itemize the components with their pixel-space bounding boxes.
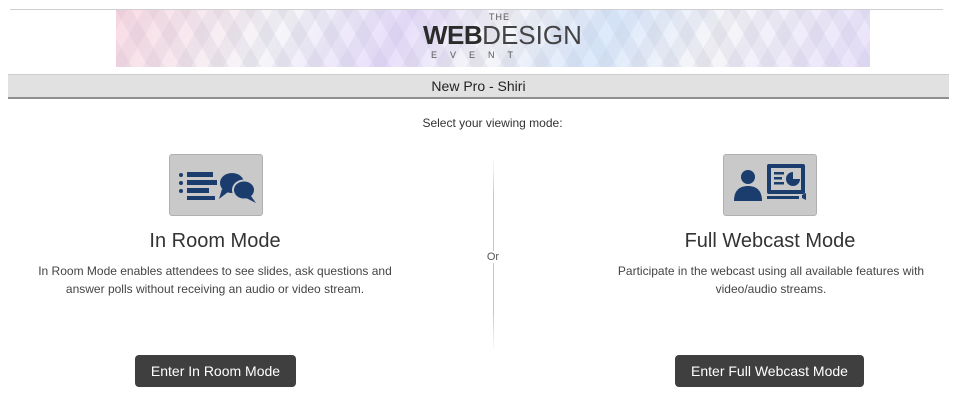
page-title: New Pro - Shiri [8,74,949,99]
enter-in-room-mode-button[interactable]: Enter In Room Mode [135,355,296,387]
full-webcast-mode-description: Participate in the webcast using all ava… [617,264,925,296]
chat-bubbles-list-icon [169,154,263,216]
in-room-mode-title: In Room Mode [149,230,281,252]
event-banner: THE WEBDESIGN EVENT [116,10,870,67]
event-logo: THE WEBDESIGN EVENT [423,12,582,64]
full-webcast-mode-title: Full Webcast Mode [684,230,856,252]
enter-full-webcast-mode-button[interactable]: Enter Full Webcast Mode [675,355,864,387]
in-room-mode-description: In Room Mode enables attendees to see sl… [38,264,392,296]
presenter-webcast-icon [723,154,817,216]
logo-design-text: DESIGN [482,20,582,50]
viewing-mode-prompt: Select your viewing mode: [422,116,563,130]
logo-event-text: EVENT [431,50,527,60]
logo-web-text: WEB [423,20,483,50]
logo-wordmark: WEBDESIGN [423,22,582,48]
